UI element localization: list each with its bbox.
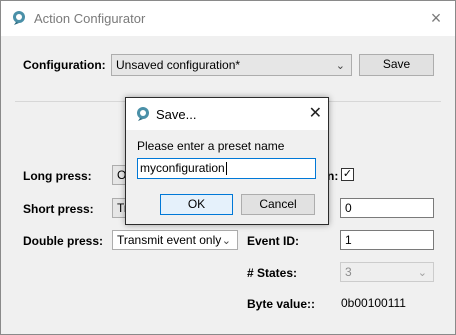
close-icon[interactable]: ×: [417, 1, 455, 36]
save-dialog: Save... ✕ Please enter a preset name myc…: [125, 97, 329, 225]
long-press-label: Long press:: [23, 169, 92, 183]
short-press-label: Short press:: [23, 202, 94, 216]
dialog-title-bar: Save... ✕: [126, 98, 328, 130]
configuration-label: Configuration:: [23, 58, 106, 72]
byte-value: 0b00100111: [341, 296, 406, 310]
event-id-field[interactable]: 1: [340, 230, 434, 250]
dialog-title: Save...: [156, 107, 197, 122]
preset-name-value: myconfiguration: [140, 161, 225, 175]
title-bar: Action Configurator ×: [1, 1, 455, 36]
save-button[interactable]: Save: [359, 54, 434, 76]
app-logo-icon: [13, 11, 25, 25]
states-select[interactable]: 3 ⌄: [340, 262, 434, 282]
configuration-select[interactable]: Unsaved configuration* ⌄: [111, 54, 352, 76]
ok-button[interactable]: OK: [160, 194, 233, 215]
states-label: # States:: [247, 266, 298, 280]
configuration-value: Unsaved configuration*: [116, 58, 241, 72]
byte-value-label: Byte value::: [247, 297, 316, 311]
text-caret: [225, 162, 227, 176]
cancel-button[interactable]: Cancel: [241, 194, 315, 215]
dialog-close-icon[interactable]: ✕: [309, 103, 322, 123]
right-value-field[interactable]: 0: [340, 198, 434, 218]
dialog-prompt: Please enter a preset name: [137, 139, 285, 153]
option-checkbox[interactable]: ✓: [341, 168, 354, 181]
event-id-label: Event ID:: [247, 234, 300, 248]
states-value: 3: [345, 265, 352, 279]
chevron-down-icon: ⌄: [417, 267, 427, 279]
chevron-down-icon: ⌄: [335, 60, 345, 72]
preset-name-input[interactable]: myconfiguration: [137, 158, 316, 179]
double-press-value: Transmit event only: [117, 233, 222, 247]
chevron-down-icon: ⌄: [221, 235, 231, 247]
double-press-label: Double press:: [23, 234, 104, 248]
window-title: Action Configurator: [34, 11, 146, 26]
app-logo-icon: [137, 107, 149, 121]
double-press-select[interactable]: Transmit event only ⌄: [112, 230, 238, 250]
